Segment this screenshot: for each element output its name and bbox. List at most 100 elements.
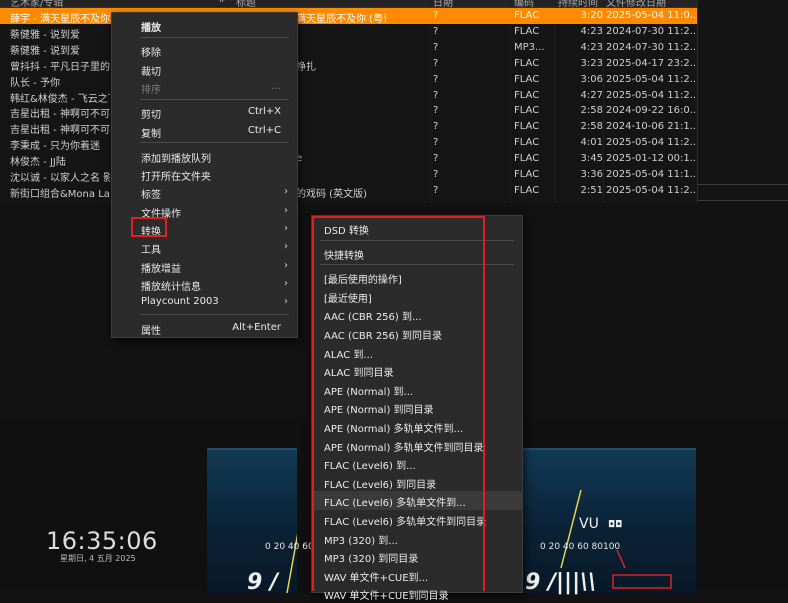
track-modified: 2025-04-17 23:2... xyxy=(606,57,696,69)
convert-submenu[interactable]: DSD 转换快捷转换 [最后使用的操作] [最近使用] AAC (CBR 256) 到… xyxy=(311,215,523,602)
menu-item[interactable]: ALAC 到... xyxy=(312,343,522,362)
column-header-title[interactable]: 标题 xyxy=(236,0,256,7)
menu-item-label: MP3 (320) 到... xyxy=(324,535,398,547)
menu-item[interactable]: MP3 (320) 到同目录 xyxy=(312,547,522,566)
menu-separator xyxy=(320,239,514,241)
track-date: ? xyxy=(433,89,439,101)
menu-item[interactable]: FLAC (Level6) 多轨单文件到同目录 xyxy=(312,510,522,529)
track-title: 沈以诚 - 以家人之名 影视 xyxy=(10,173,110,183)
menu-item-label: FLAC (Level6) 多轨单文件到... xyxy=(324,498,466,510)
menu-item[interactable]: 快捷转换 xyxy=(312,244,522,263)
table-row[interactable]: 李秉成 - 只为你着迷? FLAC 4:01 2025-05-04 11:2... xyxy=(0,135,697,151)
table-row[interactable]: 队长 - 予你? FLAC 3:06 2025-05-04 11:2... xyxy=(0,72,697,88)
menu-item[interactable]: 剪切 Ctrl+X xyxy=(112,103,297,121)
menu-item[interactable]: 播放 xyxy=(112,16,297,34)
menu-item[interactable]: 转换 › xyxy=(112,220,297,238)
menu-item[interactable]: 裁切 xyxy=(112,60,297,78)
track-format: FLAC xyxy=(514,25,540,37)
column-header-modified[interactable]: 文件修改日期 xyxy=(606,0,666,7)
menu-item-shortcut: Ctrl+C xyxy=(247,124,281,136)
menu-item[interactable]: 播放增益 › xyxy=(112,257,297,275)
menu-item[interactable]: WAV 单文件+CUE到同目录 xyxy=(312,584,522,603)
column-header-date[interactable]: 日期 xyxy=(433,0,453,7)
chevron-right-icon: › xyxy=(284,186,288,198)
track-date: ? xyxy=(433,105,439,117)
playlist[interactable]: 艺术家/专辑 # 标题 日期 编码 持续时间 文件修改日期 薛宇 - 满天星辰不… xyxy=(0,0,697,203)
menu-item-label: 快捷转换 xyxy=(324,250,364,262)
menu-item[interactable]: [最近使用] xyxy=(312,287,522,306)
menu-item[interactable]: ALAC 到同目录 xyxy=(312,361,522,380)
menu-item[interactable]: AAC (CBR 256) 到... xyxy=(312,305,522,324)
table-row[interactable]: 林俊杰 - JJ陆 e? FLAC 3:45 2025-01-12 00:1... xyxy=(0,151,697,167)
vu-icon: ◘◘ xyxy=(608,520,623,530)
chevron-right-icon: › xyxy=(284,204,288,216)
vu-meter-right: VU ◘◘ 0 20 40 60 80100 9 /|||\\ xyxy=(521,448,696,595)
menu-item[interactable]: DSD 转换 xyxy=(312,219,522,238)
track-duration: 3:06 xyxy=(580,73,603,85)
context-menu[interactable]: 播放 移除 裁切 排序... 剪切 Ctrl+X 复制 Ctrl+C 添加到播放队列 打开所在文件… xyxy=(111,12,298,338)
track-duration: 3:36 xyxy=(580,169,603,180)
table-row[interactable]: 吉星出租 - 神啊可不可以? FLAC 2:58 2024-09-22 16:0... xyxy=(0,103,697,119)
menu-item-label: WAV 单文件+CUE到... xyxy=(324,572,429,584)
menu-item[interactable]: WAV 单文件+CUE到... xyxy=(312,566,522,585)
menu-item-label: FLAC (Level6) 到同目录 xyxy=(324,479,437,491)
menu-item-label: 裁切 xyxy=(141,66,161,78)
track-modified: 2025-05-04 11:1... xyxy=(606,169,696,180)
menu-item[interactable]: 播放统计信息 › xyxy=(112,275,297,293)
playlist-header[interactable]: 艺术家/专辑 # 标题 日期 编码 持续时间 文件修改日期 xyxy=(0,0,697,8)
menu-item[interactable]: 添加到播放队列 xyxy=(112,147,297,165)
table-row[interactable]: 韩红&林俊杰 - 飞云之下? FLAC 4:27 2025-05-04 11:2... xyxy=(0,88,697,104)
table-row[interactable]: 沈以诚 - 以家人之名 影视? FLAC 3:362025-05-04 11:1..… xyxy=(0,167,697,183)
menu-item[interactable]: APE (Normal) 到... xyxy=(312,380,522,399)
track-format: FLAC xyxy=(514,153,540,165)
column-header-track[interactable]: # xyxy=(218,0,226,5)
menu-item[interactable]: APE (Normal) 多轨单文件到... xyxy=(312,417,522,436)
menu-item[interactable]: 工具 › xyxy=(112,238,297,256)
menu-item[interactable]: [最后使用的操作] xyxy=(312,268,522,287)
table-row[interactable]: 蔡健雅 - 说到爱? MP3... 4:23 2024-07-30 11:2... xyxy=(0,40,697,56)
menu-item-label: AAC (CBR 256) 到... xyxy=(324,312,422,324)
track-date: ? xyxy=(433,184,439,196)
menu-item[interactable]: 移除 xyxy=(112,41,297,59)
menu-item-label: 剪切 xyxy=(141,110,161,122)
track-modified: 2024-10-06 21:1... xyxy=(606,121,696,133)
menu-item-label: 播放增益 xyxy=(141,263,181,275)
track-format: FLAC xyxy=(514,105,540,117)
menu-item[interactable]: FLAC (Level6) 到同目录 xyxy=(312,473,522,492)
track-album: 满天星辰不及你 (粤语版) xyxy=(296,14,386,24)
menu-item-label: 工具 xyxy=(141,245,161,257)
menu-item[interactable]: 文件操作 › xyxy=(112,202,297,220)
vu-meter-left: 0 20 40 60 80100 9 / xyxy=(207,448,345,595)
menu-item[interactable]: FLAC (Level6) 到... xyxy=(312,454,522,473)
menu-item[interactable]: APE (Normal) 到同目录 xyxy=(312,398,522,417)
chevron-right-icon: › xyxy=(284,223,288,234)
column-header-artist-album[interactable]: 艺术家/专辑 xyxy=(10,0,63,7)
menu-item[interactable]: MP3 (320) 到... xyxy=(312,529,522,548)
table-row[interactable]: 吉星出租 - 神啊可不可以? FLAC 2:58 2024-10-06 21:1... xyxy=(0,119,697,135)
menu-item[interactable]: 打开所在文件夹 xyxy=(112,165,297,183)
track-duration: 3:45 xyxy=(580,153,603,165)
menu-item-label: 标签 xyxy=(141,190,161,202)
menu-separator xyxy=(140,314,289,315)
menu-item[interactable]: Playcount 2003 › xyxy=(112,293,297,311)
table-row[interactable]: 曾抖抖 - 平凡日子里的挣扎 挣扎? FLAC 3:232025-04-17 23:2… xyxy=(0,56,697,72)
column-header-duration[interactable]: 持续时间 xyxy=(558,0,598,7)
menu-item[interactable]: 标签 › xyxy=(112,183,297,201)
menu-item[interactable]: APE (Normal) 多轨单文件到同目录 xyxy=(312,436,522,455)
menu-item[interactable]: 属性 Alt+Enter xyxy=(112,319,297,337)
track-modified: 2025-05-04 11:2... xyxy=(606,137,696,149)
table-row[interactable]: 新街口组合&Mona Lav 的戏码 (英文版)? FLAC 2:51 2025-05-… xyxy=(0,183,697,199)
track-duration: 2:58 xyxy=(580,121,603,133)
chevron-right-icon: › xyxy=(284,259,288,271)
menu-item[interactable]: 复制 Ctrl+C xyxy=(112,122,297,140)
menu-item[interactable]: FLAC (Level6) 多轨单文件到... xyxy=(312,491,522,510)
menu-separator xyxy=(140,98,289,100)
table-row[interactable]: 薛宇 - 满天星辰不及你 (粤语版) 满天星辰不及你 (粤语版)? FLAC 3:20… xyxy=(0,8,697,24)
menu-item-label: 属性 xyxy=(141,325,161,337)
track-date: ? xyxy=(433,137,439,149)
chevron-right-icon: › xyxy=(284,241,288,253)
column-header-codec[interactable]: 编码 xyxy=(514,0,534,7)
menu-item[interactable]: AAC (CBR 256) 到同目录 xyxy=(312,324,522,343)
track-date: ? xyxy=(433,153,439,165)
table-row[interactable]: 蔡健雅 - 说到爱? FLAC 4:23 2024-07-30 11:2... xyxy=(0,24,697,40)
